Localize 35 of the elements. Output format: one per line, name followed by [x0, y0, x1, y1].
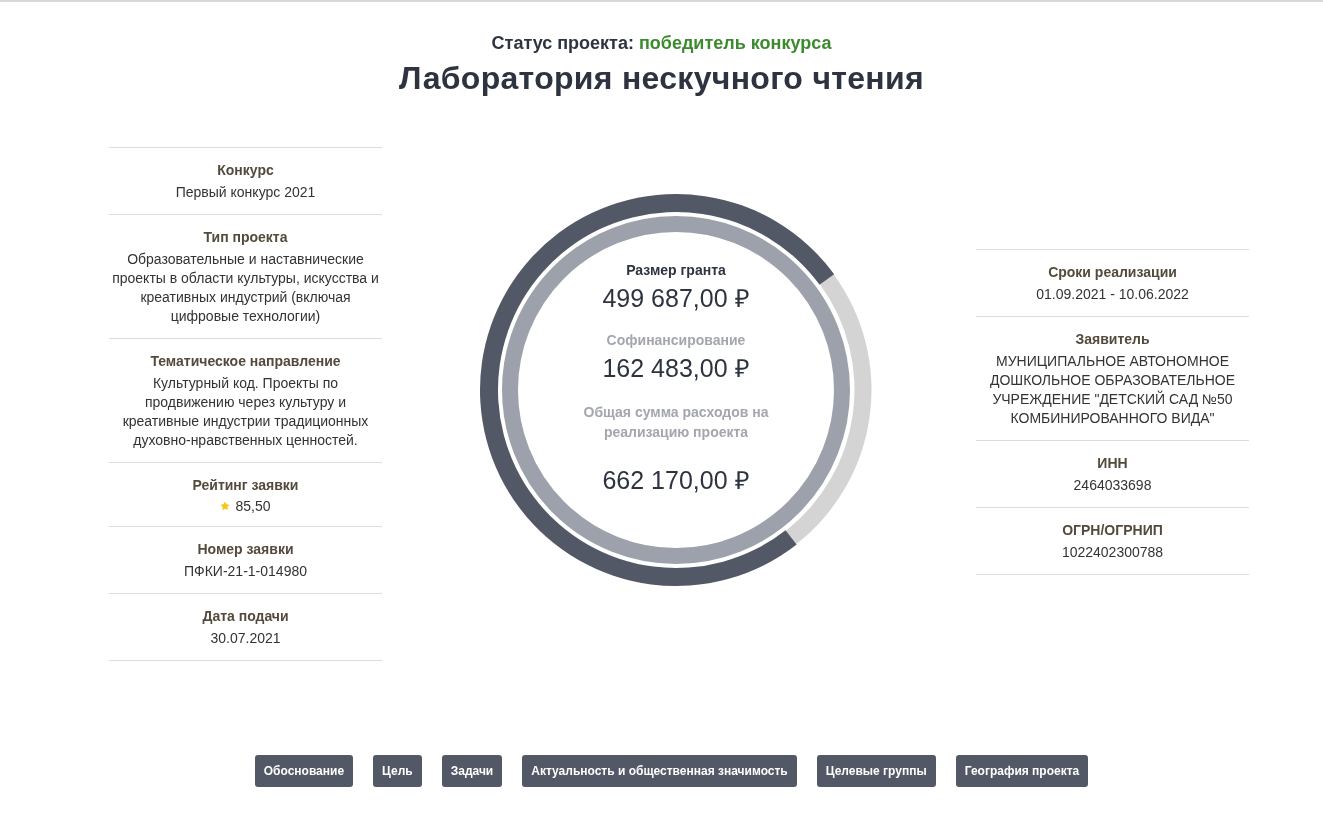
section-button[interactable]: Обоснование	[254, 755, 354, 787]
info-value: Первый конкурс 2021	[174, 183, 317, 202]
info-value: 30.07.2021	[209, 629, 282, 648]
info-label: Заявитель	[1074, 331, 1151, 347]
info-label: ОГРН/ОГРНИП	[1061, 522, 1164, 538]
info-label: Тип проекта	[202, 229, 289, 245]
grant-label: Размер гранта	[626, 262, 726, 278]
info-label: Рейтинг заявки	[191, 477, 300, 493]
star-icon	[220, 501, 231, 511]
info-value: МУНИЦИПАЛЬНОЕ АВТОНОМНОЕ ДОШКОЛЬНОЕ ОБРАЗОВАТЕЛЬНОЕ УЧРЕЖДЕНИЕ "ДЕТСКИЙ САД №50 КОМБИНИРОВАННОГО ВИДА"	[988, 352, 1237, 428]
section-button[interactable]: Задачи	[441, 755, 503, 787]
total-amount: 662 170,00 ₽	[602, 465, 750, 496]
info-label: Номер заявки	[196, 541, 295, 557]
section-button[interactable]: География проекта	[955, 755, 1089, 787]
project-title: Лаборатория нескучного чтения	[398, 60, 925, 97]
project-status: Статус проекта: победитель конкурса	[490, 33, 833, 54]
info-value: 1022402300788	[1060, 543, 1165, 562]
info-value: 2464033698	[1072, 476, 1153, 495]
info-value: Образовательные и наставнические проекты в области культуры, искусства и креативных индустрий (включая цифровые технологии)	[111, 250, 380, 326]
info-value: ПФКИ-21-1-014980	[183, 562, 308, 581]
cofinancing-label: Софинансирование	[606, 332, 746, 348]
section-button[interactable]: Актуальность и общественная значимость	[522, 755, 797, 787]
info-label: Тематическое направление	[149, 353, 342, 369]
cofinancing-amount: 162 483,00 ₽	[602, 353, 750, 384]
info-value: 01.09.2021 - 10.06.2022	[1035, 285, 1190, 304]
section-button[interactable]: Цель	[373, 755, 422, 787]
info-value: Культурный код. Проекты по продвижению через культуру и креативные индустрии традиционных духовно-нравственных ценностей.	[121, 374, 370, 450]
grant-amount: 499 687,00 ₽	[602, 283, 750, 314]
info-value: 85,50	[235, 498, 271, 514]
info-label: Сроки реализации	[1047, 264, 1178, 280]
info-label: Конкурс	[216, 162, 275, 178]
section-button[interactable]: Целевые группы	[816, 755, 936, 787]
total-label: Общая сумма расходов на реализацию проекта	[582, 403, 770, 442]
info-label: ИНН	[1096, 455, 1129, 471]
info-label: Дата подачи	[201, 608, 290, 624]
